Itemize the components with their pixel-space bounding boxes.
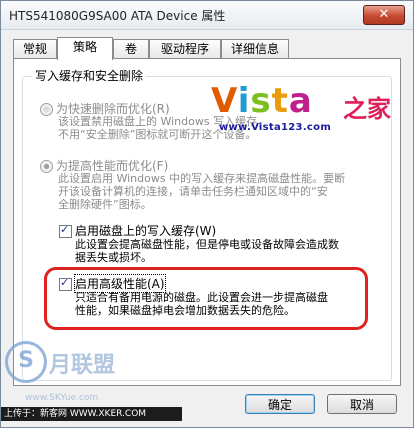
close-icon: ✕ — [378, 7, 390, 22]
highlight-annotation — [44, 267, 368, 330]
cancel-button[interactable]: 取消 — [327, 394, 397, 414]
logo-letter-s: s — [250, 81, 272, 121]
logo-suffix: 之家 — [343, 95, 391, 123]
tab-driver[interactable]: 驱动程序 — [149, 39, 221, 59]
logo-letter-i: i — [237, 81, 251, 121]
write-cache-checkbox[interactable] — [59, 223, 72, 238]
tab-volumes[interactable]: 卷 — [113, 39, 149, 59]
logo-wordmark: Vista — [211, 81, 313, 121]
close-button[interactable]: ✕ — [363, 5, 405, 25]
window-title: HTS541080G9SA00 ATA Device 属性 — [9, 9, 226, 23]
watermark-url: www.SKYue.com — [25, 393, 99, 403]
logo-letter-t: t — [271, 81, 289, 121]
write-cache-label[interactable]: 启用磁盘上的写入缓存(W) — [75, 222, 216, 239]
logo-letter-a: a — [288, 81, 313, 121]
performance-desc-line-3: 全删除硬件”图标。 — [58, 198, 152, 211]
properties-window: HTS541080G9SA00 ATA Device 属性 ✕ 常规 策略 卷 … — [0, 0, 414, 428]
upload-caption: 上传于：新客网 WWW.XKER.COM — [1, 407, 182, 421]
tab-general[interactable]: 常规 — [13, 39, 57, 59]
tab-policies[interactable]: 策略 — [57, 37, 113, 60]
logo-url: www.Vista123.com — [219, 122, 332, 133]
tab-details[interactable]: 详细信息 — [221, 39, 289, 59]
logo-letter-v: V — [211, 81, 238, 121]
vista-home-logo: Vista 之家 www.Vista123.com — [211, 81, 396, 138]
groupbox-title: 写入缓存和安全删除 — [32, 67, 147, 84]
title-bar[interactable]: HTS541080G9SA00 ATA Device 属性 ✕ — [1, 1, 413, 30]
performance-desc-line-1: 此设置启用 Windows 中的写入缓存来提高磁盘性能。要断 — [58, 172, 346, 185]
quick-removal-radio[interactable] — [40, 103, 53, 116]
performance-radio[interactable] — [40, 160, 53, 173]
write-cache-desc-line-2: 据丢失或损坏。 — [75, 251, 152, 264]
ok-button[interactable]: 确定 — [245, 394, 315, 414]
write-cache-desc-line-1: 此设置会提高磁盘性能，但是停电或设备故障会造成数 — [75, 238, 339, 251]
performance-desc-line-2: 开该设备计算机的连接，请单击任务栏通知区域中的“安 — [58, 185, 328, 198]
